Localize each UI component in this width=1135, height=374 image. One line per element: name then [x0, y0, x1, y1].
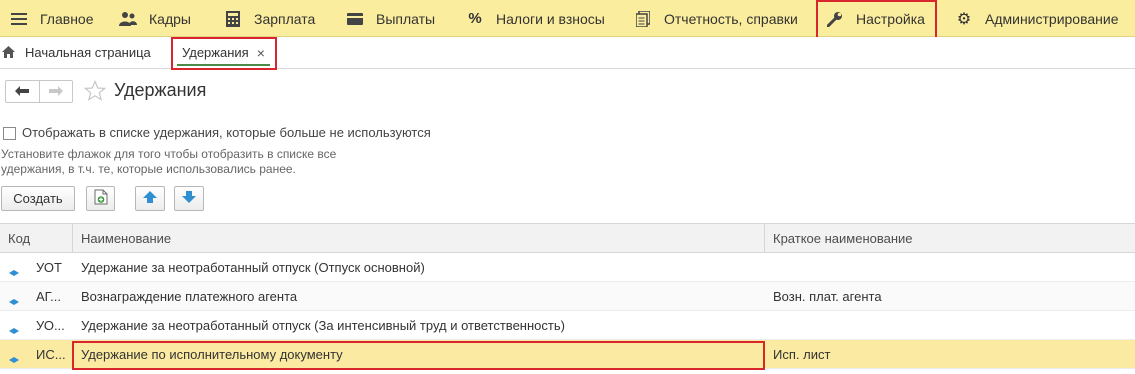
hint-line: Установите флажок для того чтобы отобраз… [1, 147, 337, 161]
menu-item-label: Налоги и взносы [496, 10, 605, 27]
gear-icon: ⚙ [956, 10, 972, 28]
cell-name: Удержание по исполнительному документу [81, 346, 343, 362]
menu-item-label: Выплаты [376, 10, 436, 27]
menu-item-label: Кадры [149, 10, 191, 27]
item-marker-icon [9, 322, 19, 334]
cell-code: УО... [36, 317, 65, 333]
home-icon [2, 45, 16, 60]
cell-short-name: Возн. плат. агента [773, 288, 882, 304]
menu-lines-icon [10, 10, 28, 28]
column-header-short-name[interactable]: Краткое наименование [765, 224, 1135, 253]
menu-item-staff[interactable]: Кадры [119, 0, 191, 37]
copy-button[interactable] [86, 186, 115, 211]
main-menu-bar: Главное Кадры Зарплата Выплаты % Налоги … [0, 0, 1135, 37]
menu-item-salary[interactable]: Зарплата [224, 0, 315, 37]
tab-label: Удержания [182, 45, 249, 60]
percent-icon: % [468, 10, 482, 27]
cell-code: УОТ [36, 259, 62, 275]
cell-short-name: Исп. лист [773, 346, 831, 362]
menu-item-settings[interactable]: Настройка [826, 0, 925, 37]
menu-item-administration[interactable]: ⚙ Администрирование [955, 0, 1119, 37]
table-row[interactable]: АГ... Вознаграждение платежного агента В… [0, 282, 1135, 311]
tab-home[interactable]: Начальная страница [0, 37, 151, 68]
menu-item-label: Зарплата [254, 10, 316, 27]
column-header-name[interactable]: Наименование [73, 224, 764, 253]
documents-icon [634, 10, 652, 28]
forward-button[interactable] [38, 81, 72, 102]
active-tab-indicator [177, 64, 270, 66]
table-header: Код Наименование Краткое наименование [0, 223, 1135, 253]
table-row[interactable]: УОТ Удержание за неотработанный отпуск (… [0, 253, 1135, 282]
cell-short-name [773, 253, 1133, 281]
arrow-down-icon [182, 191, 196, 206]
item-marker-icon [9, 264, 19, 276]
history-nav [5, 80, 73, 103]
move-down-button[interactable] [174, 186, 204, 211]
favorite-star-icon[interactable] [83, 79, 107, 102]
cell-code: АГ... [36, 288, 61, 304]
cell-name: Вознаграждение платежного агента [81, 288, 298, 304]
menu-item-reports[interactable]: Отчетность, справки [634, 0, 798, 37]
page-title: Удержания [114, 80, 207, 100]
cell-code: ИС... [36, 346, 66, 362]
users-icon [119, 10, 137, 28]
close-icon[interactable]: × [257, 45, 265, 61]
tab-label: Начальная страница [25, 45, 151, 60]
menu-item-payments[interactable]: Выплаты [346, 0, 435, 37]
table-row-selected[interactable]: ИС... Удержание по исполнительному докум… [0, 340, 1135, 369]
menu-item-label: Главное [40, 10, 94, 27]
back-button[interactable] [6, 81, 39, 102]
item-marker-icon [9, 293, 19, 305]
menu-item-label: Администрирование [985, 10, 1119, 27]
show-unused-checkbox[interactable] [3, 127, 16, 140]
move-up-button[interactable] [135, 186, 165, 211]
create-button-label: Создать [13, 191, 63, 206]
arrow-up-icon [143, 191, 157, 206]
copy-document-icon [94, 189, 108, 208]
arrow-right-icon [48, 84, 63, 99]
hint-text: Установите флажок для того чтобы отобраз… [1, 147, 421, 177]
menu-item-label: Отчетность, справки [664, 10, 798, 27]
cell-name: Удержание за неотработанный отпуск (За и… [81, 317, 565, 333]
menu-item-main[interactable]: Главное [10, 0, 94, 37]
hint-line: удержания, в т.ч. те, которые использова… [1, 162, 296, 176]
column-header-code[interactable]: Код [0, 224, 72, 253]
calculator-icon [224, 10, 242, 28]
arrow-left-icon [15, 84, 30, 99]
menu-item-taxes[interactable]: % Налоги и взносы [466, 0, 605, 37]
table-row[interactable]: УО... Удержание за неотработанный отпуск… [0, 311, 1135, 340]
create-button[interactable]: Создать [1, 186, 75, 211]
show-unused-label[interactable]: Отображать в списке удержания, которые б… [22, 125, 431, 140]
tabs-bar: Начальная страница Удержания × [0, 37, 1135, 69]
cell-name: Удержание за неотработанный отпуск (Отпу… [81, 259, 425, 275]
item-marker-icon [9, 351, 19, 363]
wallet-icon [346, 10, 364, 28]
cell-short-name [773, 311, 1133, 339]
wrench-icon [826, 10, 844, 28]
menu-item-label: Настройка [856, 10, 925, 27]
